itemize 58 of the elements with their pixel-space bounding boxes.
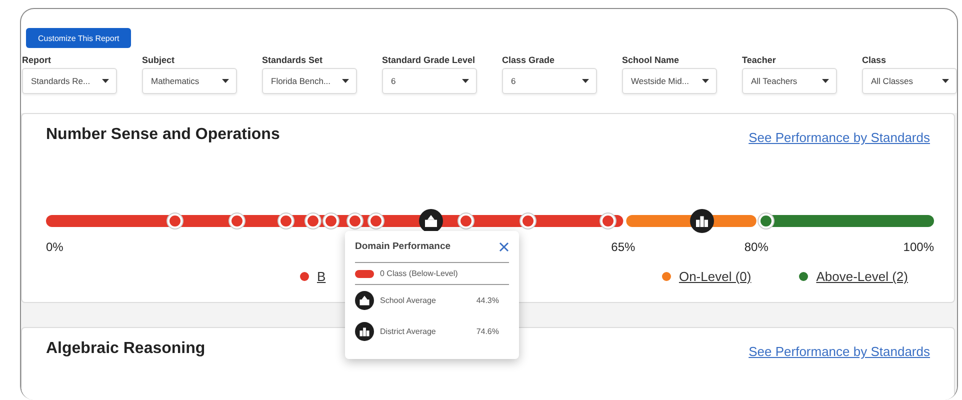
popup-label: District Average — [380, 327, 437, 336]
caret-icon — [222, 79, 229, 83]
domain-title: Number Sense and Operations — [46, 126, 280, 144]
filter-dropdown[interactable]: Mathematics — [142, 68, 237, 94]
filter-dropdown[interactable]: 6 — [502, 68, 597, 94]
school-icon — [355, 291, 374, 310]
caret-icon — [942, 79, 949, 83]
popup-label: 0 Class (Below-Level) — [380, 269, 459, 278]
class-marker[interactable] — [305, 214, 320, 228]
performance-link[interactable]: See Performance by Standards — [748, 344, 930, 359]
caret-icon — [102, 79, 109, 83]
class-marker[interactable] — [600, 214, 616, 228]
close-icon[interactable] — [499, 242, 509, 252]
popup-value: 44.3% — [476, 296, 499, 305]
class-marker[interactable] — [278, 214, 294, 228]
filter-dropdown[interactable]: 6 — [382, 68, 477, 94]
customize-report-button[interactable]: Customize This Report — [26, 28, 132, 48]
filter-dropdown[interactable]: Standards Re... — [22, 68, 117, 94]
filter-label: Report — [22, 55, 52, 65]
filter-label: Standards Set — [262, 55, 324, 65]
legend-link[interactable]: On-Level (0) — [678, 269, 752, 284]
filter-label: Class — [862, 55, 888, 65]
class-marker[interactable] — [368, 214, 384, 228]
filter-label: Teacher — [742, 55, 777, 65]
filter-dropdown[interactable]: Westside Mid... — [622, 68, 717, 94]
filter-label: School Name — [622, 55, 680, 65]
class-marker[interactable] — [323, 214, 338, 228]
caret-icon — [462, 79, 469, 83]
filter-dropdown[interactable]: All Classes — [862, 68, 957, 94]
legend-link[interactable]: B — [317, 269, 326, 284]
class-marker[interactable] — [758, 214, 774, 228]
legend-link[interactable]: Above-Level (2) — [816, 269, 908, 284]
filter-dropdown[interactable]: Florida Bench... — [262, 68, 357, 94]
caret-icon — [702, 79, 709, 83]
popup-label: School Average — [380, 296, 437, 305]
filter-label: Standard Grade Level — [382, 55, 476, 65]
class-marker[interactable] — [520, 214, 536, 228]
filter-label: Subject — [142, 55, 176, 65]
filter-dropdown[interactable]: All Teachers — [742, 68, 837, 94]
popup-title: Domain Performance — [355, 241, 451, 252]
axis-tick-label: 100% — [903, 240, 934, 254]
filter-label: Class Grade — [502, 55, 556, 65]
axis-tick-label: 0% — [46, 240, 64, 254]
axis-tick-label: 65% — [611, 240, 636, 254]
class-marker[interactable] — [458, 214, 474, 228]
class-marker[interactable] — [348, 214, 363, 228]
class-marker[interactable] — [168, 214, 183, 228]
caret-icon — [822, 79, 829, 83]
caret-icon — [582, 79, 589, 83]
caret-icon — [342, 79, 349, 83]
performance-link[interactable]: See Performance by Standards — [748, 130, 930, 145]
class-marker[interactable] — [229, 214, 244, 228]
popup-value: 74.6% — [476, 327, 499, 336]
axis-tick-label: 80% — [744, 240, 768, 254]
school-average-marker-icon[interactable] — [418, 209, 443, 233]
domain-title: Algebraic Reasoning — [46, 340, 206, 358]
district-icon — [355, 322, 374, 341]
district-average-marker-icon[interactable] — [690, 209, 714, 233]
